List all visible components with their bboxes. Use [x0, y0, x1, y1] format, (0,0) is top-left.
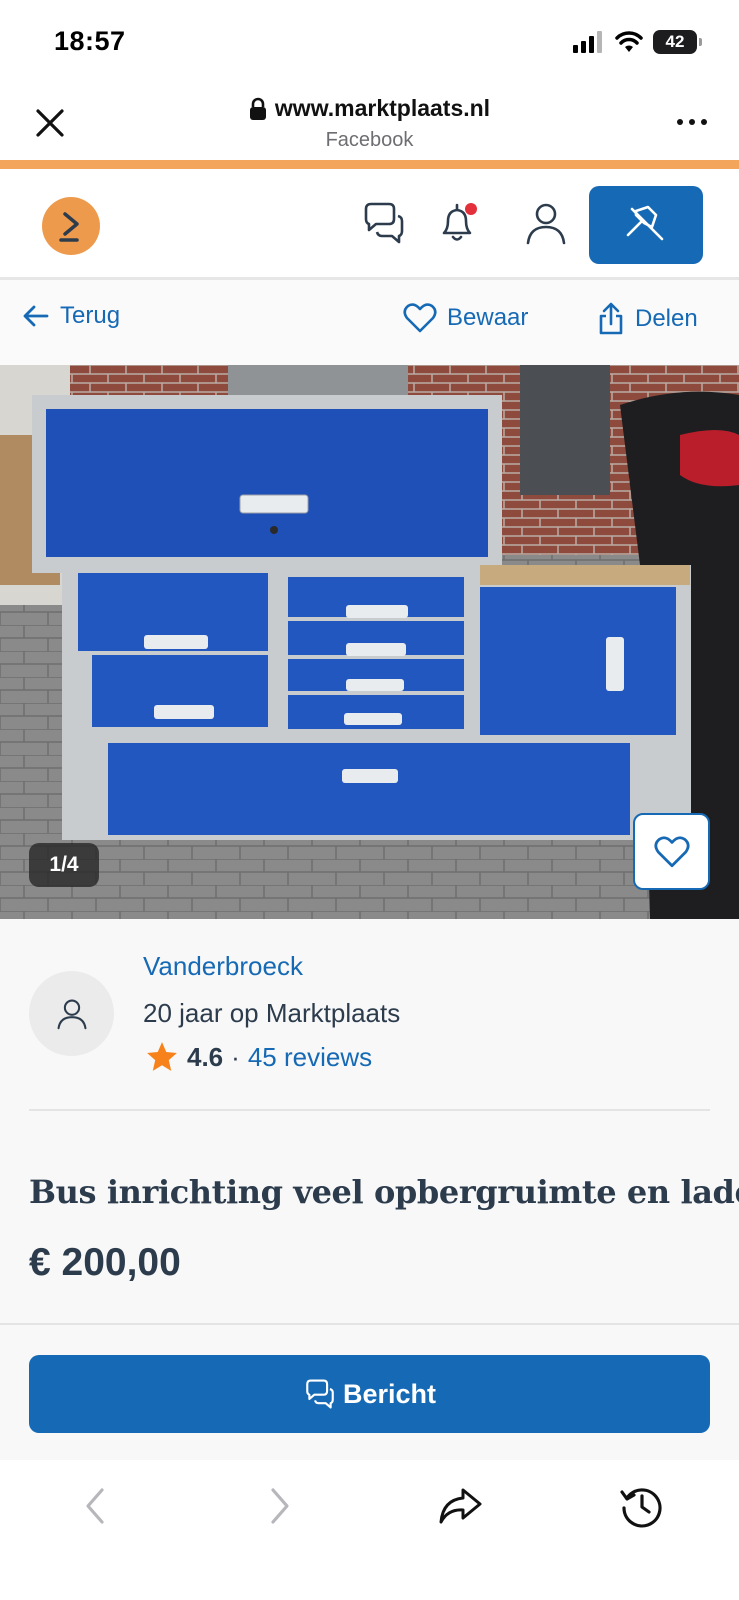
share-label: Delen [635, 305, 698, 332]
back-label: Terug [60, 302, 121, 329]
chat-icon[interactable] [360, 199, 408, 247]
listing-actions: Terug Bewaar Delen [0, 280, 739, 365]
cellular-signal-icon [573, 31, 602, 53]
lock-icon [249, 97, 266, 120]
heart-outline-icon [403, 303, 437, 333]
star-icon [147, 1042, 177, 1071]
rating-value: 4.6 [187, 1041, 224, 1072]
avatar[interactable] [29, 971, 114, 1056]
listing-photo[interactable]: 1/4 [0, 365, 739, 919]
chat-icon [306, 1379, 334, 1409]
message-label: Bericht [342, 1378, 437, 1409]
rating-separator: · [231, 1041, 240, 1072]
pin-icon [626, 205, 664, 241]
cta-area: Bericht [0, 1325, 739, 1460]
bell-icon[interactable] [434, 199, 482, 247]
history-icon[interactable] [618, 1482, 666, 1530]
photo-counter: 1/4 [29, 843, 99, 887]
reviews-link[interactable]: 45 reviews [248, 1042, 372, 1073]
save-button[interactable]: Bewaar [403, 302, 528, 334]
user-icon [57, 999, 86, 1029]
message-button[interactable]: Bericht [29, 1355, 710, 1433]
photo-favorite-button[interactable] [633, 813, 710, 890]
seller-years: 20 jaar op Marktplaats [143, 998, 401, 1028]
share-button[interactable]: Delen [597, 302, 698, 336]
battery-icon: 42 [653, 30, 702, 54]
user-icon[interactable] [522, 199, 570, 247]
wifi-icon [615, 31, 643, 52]
save-label: Bewaar [447, 304, 529, 331]
listing-title: Bus inrichting veel opbergruimte en lade… [29, 1173, 739, 1211]
site-header [0, 169, 739, 280]
status-bar: 18:57 42 [0, 0, 739, 80]
marktplaats-logo[interactable] [42, 197, 100, 255]
address-bar[interactable]: www.marktplaats.nl Facebook [0, 95, 739, 152]
url-text: www.marktplaats.nl [274, 95, 491, 121]
back-link[interactable]: Terug [22, 302, 120, 330]
arrow-left-icon [23, 305, 49, 327]
heart-icon [653, 835, 690, 867]
back-arrow-icon[interactable] [72, 1482, 120, 1530]
share-arrow-icon[interactable] [436, 1482, 484, 1530]
browser-bar: www.marktplaats.nl Facebook [0, 80, 739, 160]
seller-name[interactable]: Vanderbroeck [143, 951, 303, 982]
listing-details: Bus inrichting veel opbergruimte en lade… [0, 1111, 739, 1325]
status-icons: 42 [573, 30, 702, 54]
browser-bottom-nav [0, 1460, 739, 1600]
seller-rating: 4.6 · 45 reviews [145, 1040, 372, 1074]
more-icon[interactable] [675, 110, 709, 134]
listing-price: € 200,00 [29, 1241, 181, 1284]
place-ad-button[interactable] [589, 186, 703, 264]
battery-level: 42 [665, 32, 685, 51]
page-load-bar [0, 160, 739, 169]
forward-arrow-icon[interactable] [255, 1482, 303, 1530]
seller-info: Vanderbroeck 20 jaar op Marktplaats 4.6 … [0, 919, 739, 1111]
url-subtitle: Facebook [325, 128, 414, 151]
share-icon [599, 302, 623, 335]
status-time: 18:57 [54, 26, 126, 56]
cabinet-photo [0, 365, 739, 919]
